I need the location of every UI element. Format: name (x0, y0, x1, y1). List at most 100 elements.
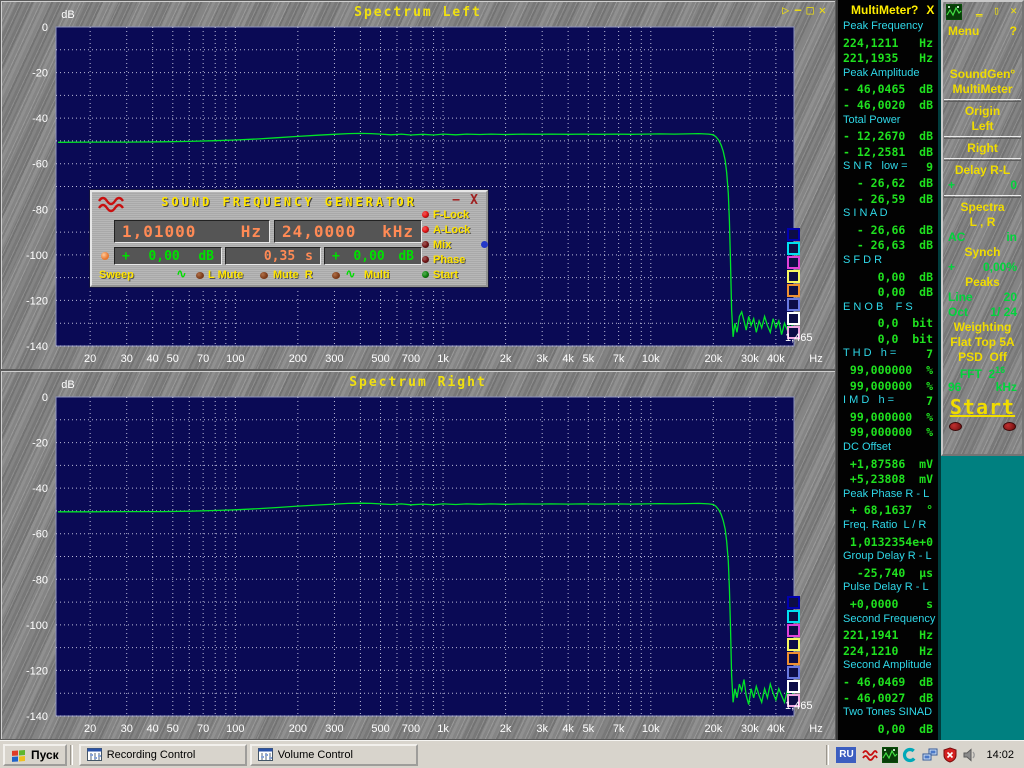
panel-button-delay-r-l[interactable]: Delay R-L (943, 163, 1022, 178)
mute-led[interactable] (260, 272, 268, 279)
f-lock-label[interactable]: F-Lock (433, 209, 469, 221)
tray-clock[interactable]: 14:02 (986, 749, 1014, 761)
sweep-label[interactable]: Sweep (99, 269, 134, 281)
trace-color-swatch[interactable] (787, 242, 800, 255)
start-button[interactable]: Пуск (3, 744, 67, 766)
multimeter-label: Group Delay R - L (838, 550, 938, 566)
security-alert-tray-icon[interactable] (942, 747, 958, 763)
plot-title-left: Spectrum Left (1, 5, 835, 20)
mix-secondary-led[interactable] (481, 241, 488, 248)
trace-color-swatch[interactable] (787, 298, 800, 311)
sweep-led[interactable] (101, 252, 109, 260)
a-lock-label[interactable]: A-Lock (433, 224, 470, 236)
panel-button-peaks[interactable]: Peaks (943, 275, 1022, 290)
sine-icon[interactable]: ∿ (345, 267, 356, 282)
sweep-time-display[interactable]: 0,35s (225, 247, 321, 265)
trace-color-swatch[interactable] (787, 610, 800, 623)
trace-color-swatch[interactable] (787, 624, 800, 637)
panel-button-96-khz[interactable]: 96kHz (943, 380, 1022, 395)
volume-tray-icon[interactable] (962, 747, 978, 763)
maximize-button[interactable]: □ (807, 3, 817, 17)
generator-tray-icon[interactable] (862, 747, 878, 763)
mix-label[interactable]: Mix (433, 239, 451, 251)
panel-button-soundgen[interactable]: SoundGen° (943, 67, 1022, 82)
l-mute-label[interactable]: L Mute (208, 269, 243, 281)
multimeter-value: - 26,59 dB (838, 192, 938, 208)
axis-tick-label: -40 (32, 113, 48, 125)
panel-button-ac-in[interactable]: ACin (943, 230, 1022, 245)
trace-color-swatch[interactable] (787, 680, 800, 693)
codec-tray-icon[interactable] (902, 747, 918, 763)
mixer-icon (258, 748, 273, 761)
mute-r-label[interactable]: Mute R (273, 269, 313, 281)
amplitude-right-display[interactable]: +0,00dB (324, 247, 422, 265)
start-button[interactable]: Start (943, 395, 1022, 419)
panel-button-weighting[interactable]: Weighting (943, 320, 1022, 335)
spectrum-left-chart: 0-20-40-60-80-100-120-140dB2030405070100… (1, 1, 837, 371)
multimeter-value: 99,000000 % (838, 379, 938, 395)
phase-label[interactable]: Phase (433, 254, 465, 266)
panel-spacer (943, 39, 1022, 67)
axis-tick-label: 5k (582, 353, 594, 365)
multimeter-value: 0,00 dB (838, 722, 938, 738)
panel-window-buttons[interactable]: ‗ ▯ ✕ (976, 4, 1019, 17)
panel-button-l-r[interactable]: L , R (943, 215, 1022, 230)
language-indicator[interactable]: RU (836, 747, 856, 763)
close-button[interactable]: ✕ (819, 3, 829, 17)
trace-color-swatch[interactable] (787, 596, 800, 609)
frequency-display-right[interactable]: 24,0000kHz (274, 220, 422, 243)
trace-color-swatch[interactable] (787, 652, 800, 665)
analyzer-tray-icon[interactable] (882, 747, 898, 763)
panel-button-right[interactable]: Right (943, 141, 1022, 156)
trace-color-swatch[interactable] (787, 312, 800, 325)
fft-bin-width: 1,465 (785, 700, 813, 712)
panel-separator (944, 195, 1021, 198)
amplitude-left-display[interactable]: +0,00dB (114, 247, 222, 265)
help-button[interactable]: ? (911, 3, 918, 17)
panel-button-line-20[interactable]: Line20 (943, 290, 1022, 305)
a-lock-led[interactable] (422, 226, 429, 233)
minimize-button[interactable]: − (794, 3, 804, 17)
trace-color-swatch[interactable] (787, 638, 800, 651)
r-mute-led[interactable] (332, 272, 340, 279)
trace-color-swatch[interactable] (787, 666, 800, 679)
frequency-display-left[interactable]: 1,01000Hz (114, 220, 270, 243)
multi-label[interactable]: Multi (364, 269, 390, 281)
panel-button-flat-top-5a[interactable]: Flat Top 5A (943, 335, 1022, 350)
taskbar-button-recording-control[interactable]: Recording Control (79, 744, 247, 766)
l-mute-led[interactable] (196, 272, 204, 279)
multimeter-value: 99,000000 % (838, 363, 938, 379)
sine-icon[interactable]: ∿ (176, 267, 187, 282)
panel-button-multimeter[interactable]: MultiMeter (943, 82, 1022, 97)
run-button[interactable]: ▷ (782, 3, 792, 17)
f-lock-led[interactable] (422, 211, 429, 218)
panel-button-0-00[interactable]: +0,00% (943, 260, 1022, 275)
trace-color-swatch[interactable] (787, 270, 800, 283)
panel-button-menu[interactable]: Menu? (943, 24, 1022, 39)
axis-tick-label: 40 (147, 353, 159, 365)
panel-button-spectra[interactable]: Spectra (943, 200, 1022, 215)
panel-button-synch[interactable]: Synch (943, 245, 1022, 260)
phase-led[interactable] (422, 256, 429, 263)
generator-minimize-button[interactable]: − (452, 193, 460, 208)
taskbar-button-volume-control[interactable]: Volume Control (250, 744, 418, 766)
axis-tick-label: 200 (289, 723, 307, 735)
start-led[interactable] (422, 271, 429, 278)
network-tray-icon[interactable] (922, 747, 938, 763)
panel-button-fft-size[interactable]: FFT 216 (943, 365, 1022, 380)
generator-close-button[interactable]: X (470, 193, 478, 208)
mix-led[interactable] (422, 241, 429, 248)
panel-button-0[interactable]: +0 (943, 178, 1022, 193)
panel-button-left[interactable]: Left (943, 119, 1022, 134)
trace-color-swatch[interactable] (787, 228, 800, 241)
panel-button-psd-off[interactable]: PSD Off (943, 350, 1022, 365)
panel-button-oct-1-24[interactable]: Oct1/ 24 (943, 305, 1022, 320)
axis-tick-label: 100 (226, 353, 244, 365)
multimeter-value: 221,1935 Hz (838, 51, 938, 67)
close-button[interactable]: X (926, 3, 934, 17)
axis-tick-label: 10k (642, 353, 660, 365)
panel-button-origin[interactable]: Origin (943, 104, 1022, 119)
trace-color-swatch[interactable] (787, 284, 800, 297)
trace-color-swatch[interactable] (787, 256, 800, 269)
start-label[interactable]: Start (433, 269, 458, 281)
